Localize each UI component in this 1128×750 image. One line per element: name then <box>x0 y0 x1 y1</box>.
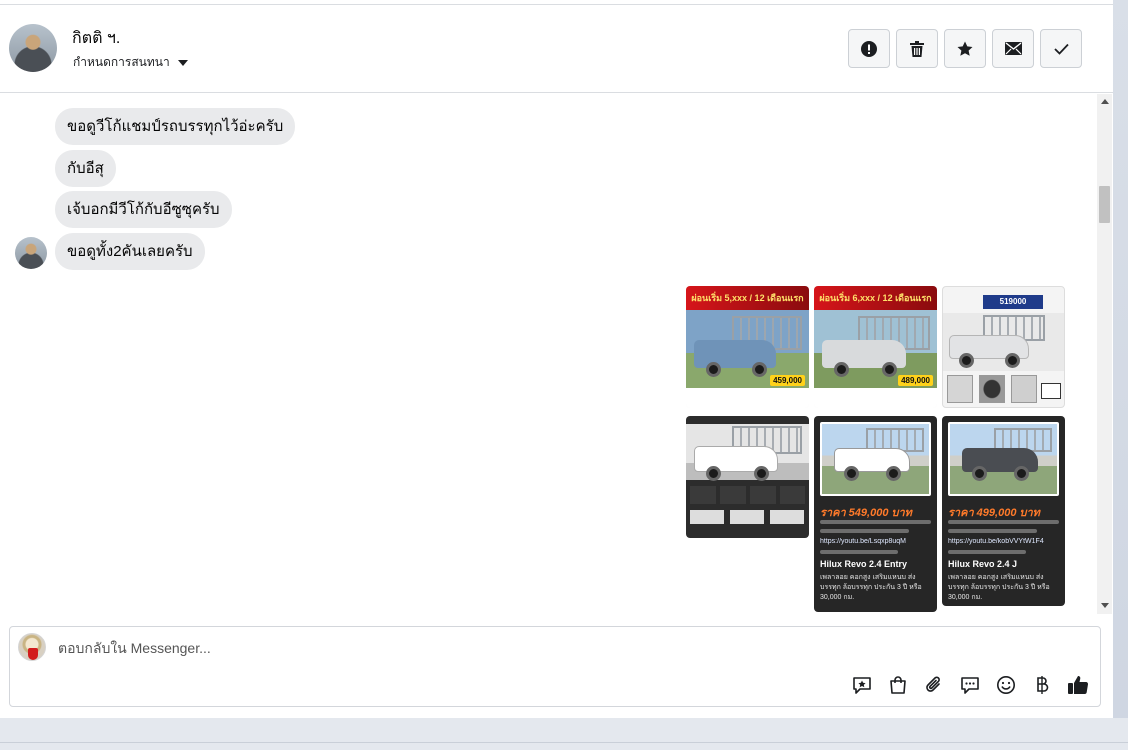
inset-photo <box>947 375 973 403</box>
spec-row <box>690 486 805 504</box>
wheel <box>959 353 974 368</box>
saved-reply-button[interactable] <box>848 671 876 699</box>
wheel <box>1014 466 1029 481</box>
card-description: เพลาลอย คอกสูง เสริมแหนบ ส่ง บรรทุก ล้อบ… <box>948 574 1050 601</box>
card-link: https://youtu.be/kobVVYtW1F4 <box>948 538 1044 545</box>
caret-down-icon <box>177 59 188 66</box>
text-line <box>948 550 1026 554</box>
attachment-image[interactable] <box>686 416 809 538</box>
emoji-button[interactable] <box>992 671 1020 699</box>
reply-input[interactable] <box>58 637 758 659</box>
price-badge: 519000 <box>983 295 1043 309</box>
text-line <box>820 520 931 524</box>
inset-photo <box>979 375 1005 403</box>
promo-banner: ผ่อนเริ่ม 6,xxx / 12 เดือนแรก <box>814 286 937 310</box>
card-description: เพลาลอย คอกสูง เสริมแหนบ ส่ง บรรทุก ล้อบ… <box>820 574 922 601</box>
inset-photo <box>770 510 804 524</box>
card-price: ราคา 499,000 บาท <box>948 507 1040 519</box>
inset-photo <box>1011 375 1037 403</box>
trash-icon <box>910 40 924 57</box>
photo-scene <box>686 424 809 481</box>
reply-composer <box>9 626 1101 707</box>
card-link: https://youtu.be/Lsqxp8uqM <box>820 538 906 545</box>
scroll-up-arrow[interactable] <box>1101 99 1109 104</box>
wheel <box>1005 353 1020 368</box>
card-price: ราคา 549,000 บาท <box>820 507 912 519</box>
message-thread[interactable]: ขอดูวีโก้แชมป์รถบรรทุกไว้อ่ะครับ กับอีสุ… <box>0 94 1097 614</box>
wheel <box>886 466 901 481</box>
contact-name[interactable]: กิตติ ฯ. <box>72 26 120 51</box>
inset-photo <box>690 510 724 524</box>
emoji-icon <box>997 676 1015 694</box>
thread-scrollbar[interactable] <box>1097 94 1112 614</box>
star-icon <box>957 41 973 56</box>
text-line <box>948 520 1059 524</box>
wheel <box>706 466 721 481</box>
mark-unread-button[interactable] <box>992 29 1034 68</box>
contact-avatar-small <box>15 237 47 269</box>
star-button[interactable] <box>944 29 986 68</box>
attach-button[interactable] <box>920 671 948 699</box>
message-bubble[interactable]: กับอีสุ <box>55 150 116 187</box>
attachment-image[interactable]: ราคา 499,000 บาท https://youtu.be/kobVVY… <box>942 416 1065 606</box>
saved-reply-icon <box>853 677 871 694</box>
truck-photo <box>820 422 931 496</box>
message-bubble[interactable]: เจ้บอกมีวีโก้กับอีซูซุครับ <box>55 191 232 228</box>
thumbs-up-icon <box>1068 676 1089 695</box>
card-model: Hilux Revo 2.4 Entry <box>820 559 908 569</box>
attachment-image[interactable]: 519000 <box>942 286 1065 408</box>
conversation-header: กิตติ ฯ. กำหนดการสนทนา <box>0 4 1113 93</box>
conversation-settings-dropdown[interactable]: กำหนดการสนทนา <box>73 53 188 72</box>
payment-button[interactable] <box>1028 671 1056 699</box>
scroll-thumb[interactable] <box>1099 186 1110 223</box>
baht-icon <box>1037 676 1049 694</box>
mark-spam-button[interactable] <box>848 29 890 68</box>
text-line <box>820 529 909 533</box>
wheel <box>706 362 721 377</box>
card-details: https://youtu.be/Lsqxp8uqM Hilux Revo 2.… <box>820 520 931 603</box>
mark-done-button[interactable] <box>1040 29 1082 68</box>
message-bubble[interactable]: ขอดูวีโก้แชมป์รถบรรทุกไว้อ่ะครับ <box>55 108 296 145</box>
delete-button[interactable] <box>896 29 938 68</box>
quick-replies-button[interactable] <box>956 671 984 699</box>
inset-photo <box>730 510 764 524</box>
page-background-strip <box>1113 0 1128 718</box>
shop-bag-icon <box>890 676 906 694</box>
like-button[interactable] <box>1064 671 1092 699</box>
checkmark-icon <box>1053 43 1069 55</box>
card-model: Hilux Revo 2.4 J <box>948 559 1018 569</box>
text-line <box>948 529 1037 533</box>
photo-scene <box>943 313 1064 371</box>
wheel <box>834 362 849 377</box>
attachment-image[interactable]: ราคา 549,000 บาท https://youtu.be/Lsqxp8… <box>814 416 937 612</box>
envelope-icon <box>1004 42 1022 55</box>
price-tag: 489,000 <box>898 375 933 386</box>
contact-avatar[interactable] <box>9 24 57 72</box>
wheel <box>844 466 859 481</box>
wheel <box>882 362 897 377</box>
text-line <box>820 550 898 554</box>
chat-bubbles-icon <box>961 677 979 694</box>
message-bubble[interactable]: ขอดูทั้ง2คันเลยครับ <box>55 233 205 270</box>
paperclip-icon <box>926 676 940 692</box>
attachment-image[interactable]: ผ่อนเริ่ม 6,xxx / 12 เดือนแรก 489,000 <box>814 286 937 408</box>
conversation-settings-label: กำหนดการสนทนา <box>73 55 170 69</box>
exclamation-circle-icon <box>861 40 877 57</box>
page-avatar <box>18 633 46 661</box>
photo-footer <box>686 388 809 408</box>
promo-banner: ผ่อนเริ่ม 5,xxx / 12 เดือนแรก <box>686 286 809 310</box>
divider <box>0 742 1128 743</box>
shop-button[interactable] <box>884 671 912 699</box>
inset-badge <box>1041 383 1061 399</box>
wheel <box>752 362 767 377</box>
scroll-down-arrow[interactable] <box>1101 603 1109 608</box>
truck-photo <box>948 422 1059 496</box>
wheel <box>754 466 769 481</box>
price-tag: 459,000 <box>770 375 805 386</box>
card-details: https://youtu.be/kobVVYtW1F4 Hilux Revo … <box>948 520 1059 603</box>
attachment-image[interactable]: ผ่อนเริ่ม 5,xxx / 12 เดือนแรก 459,000 <box>686 286 809 408</box>
photo-footer <box>814 388 937 408</box>
wheel <box>972 466 987 481</box>
